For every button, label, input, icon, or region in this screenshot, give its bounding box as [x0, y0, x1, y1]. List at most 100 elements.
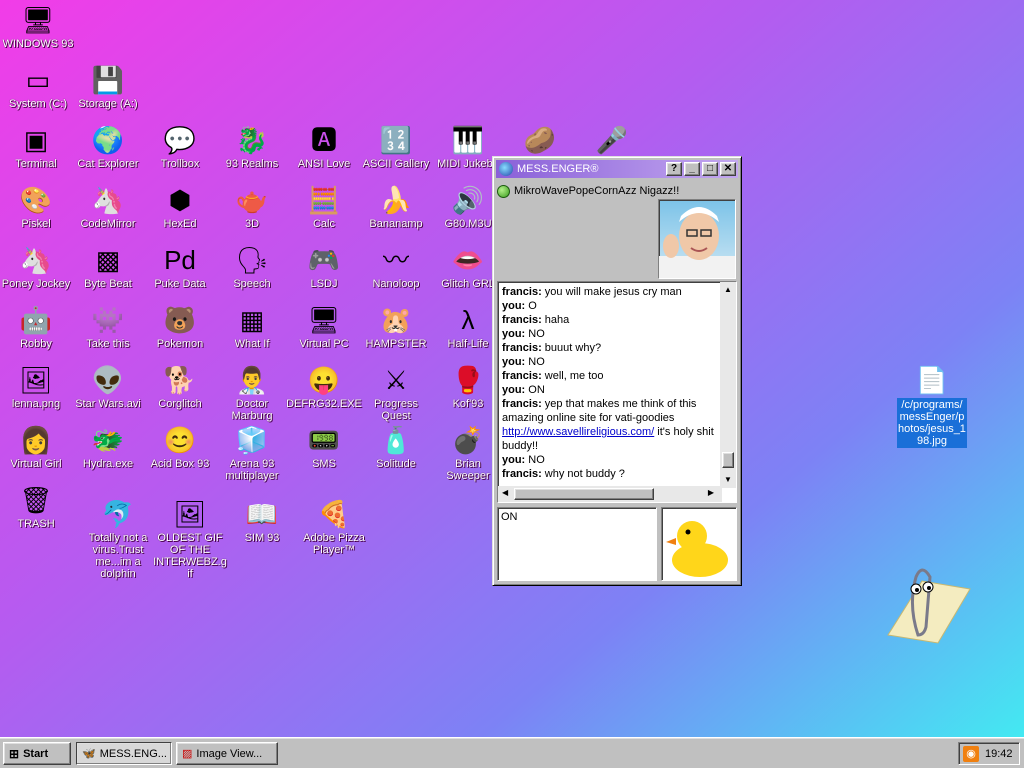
desktop-icon[interactable]: 🗣 Speech — [216, 244, 288, 290]
desktop-icon[interactable]: 😛 DEFRG32.EXE — [286, 364, 362, 410]
desktop-icon[interactable]: 🍌 Bananamp — [360, 184, 432, 230]
app-icon: 🎨 — [19, 185, 53, 215]
desktop-icon[interactable]: 🎨 Piskel — [0, 184, 72, 230]
desktop-icon[interactable]: 🐻 Pokemon — [144, 304, 216, 350]
app-icon: 🐻 — [163, 305, 197, 335]
desktop-icon[interactable]: 🧮 Calc — [288, 184, 360, 230]
desktop-icon-label: Nanoloop — [372, 278, 420, 290]
desktop-icon[interactable]: 🖥 WINDOWS 93 — [2, 4, 74, 50]
desktop-icon[interactable]: 🫖 3D — [216, 184, 288, 230]
chat-text: haha — [541, 314, 570, 326]
desktop-icon[interactable]: 🅰 ANSI Love — [288, 124, 360, 170]
help-button[interactable]: ? — [666, 162, 682, 176]
desktop-icon[interactable]: 🦄 CodeMirror — [72, 184, 144, 230]
app-icon: 💾 — [91, 65, 125, 95]
desktop-icon[interactable]: ▣ Terminal — [0, 124, 72, 170]
desktop-icon[interactable]: 🖥 Virtual PC — [288, 304, 360, 350]
desktop-icon[interactable]: ▦ What If — [216, 304, 288, 350]
messenger-titlebar[interactable]: MESS.ENGER® ? _ □ ✕ — [496, 160, 738, 178]
desktop-icon[interactable]: 🤖 Robby — [0, 304, 72, 350]
desktop-icon-label: Bananamp — [369, 218, 423, 230]
app-icon: Pd — [164, 245, 196, 275]
chat-text: NO — [525, 454, 545, 466]
desktop-icon[interactable]: 👾 Take this — [72, 304, 144, 350]
scroll-down-arrow-icon[interactable]: ▼ — [720, 472, 736, 488]
clippy-assistant[interactable] — [878, 565, 974, 645]
desktop-icon[interactable]: ⬢ HexEd — [144, 184, 216, 230]
desktop-icon-label: Trollbox — [160, 158, 200, 170]
desktop-icon[interactable]: 📟 SMS — [288, 424, 360, 470]
desktop-icon[interactable]: 👨‍⚕️ Doctor Marburg — [216, 364, 288, 422]
scroll-thumb[interactable] — [722, 452, 734, 468]
app-icon: 👩 — [19, 425, 53, 455]
task-image-viewer[interactable]: ▨ Image View... — [176, 742, 278, 765]
chat-link[interactable]: http://www.savellireligious.com/ — [502, 426, 654, 438]
chat-message: francis: you will make jesus cry man — [502, 285, 720, 299]
desktop-icon[interactable]: 🥔 — [504, 124, 576, 158]
desktop-icon[interactable]: 📖 SIM 93 — [226, 498, 298, 544]
desktop-icon[interactable]: 🐹 HAMPSTER — [360, 304, 432, 350]
app-icon: 🍌 — [379, 185, 413, 215]
app-icon: 🫖 — [235, 185, 269, 215]
desktop-icon[interactable]: 🎮 LSDJ — [288, 244, 360, 290]
message-input[interactable]: ON — [497, 507, 657, 581]
app-icon: 🍕 — [317, 499, 351, 529]
system-tray: ◉ 19:42 — [958, 742, 1020, 765]
scroll-left-arrow-icon[interactable]: ◀ — [502, 488, 508, 497]
desktop-icon-label: Pokemon — [156, 338, 204, 350]
desktop-icon[interactable]: 👽 Star Wars.avi — [72, 364, 144, 410]
desktop-icon[interactable]: Pd Puke Data — [144, 244, 216, 290]
desktop-icon-label: Acid Box 93 — [150, 458, 210, 470]
desktop-icon[interactable]: ⚔ Progress Quest — [360, 364, 432, 422]
desktop-icon[interactable]: 🍕 Adobe Pizza Player™ — [298, 498, 370, 556]
scroll-right-arrow-icon[interactable]: ▶ — [708, 488, 714, 497]
chat-text: NO — [525, 328, 545, 340]
desktop-icon[interactable]: 💬 Trollbox — [144, 124, 216, 170]
desktop-icon[interactable]: 💾 Storage (A:) — [72, 64, 144, 110]
chat-text: ON — [525, 384, 545, 396]
desktop-icon[interactable]: 👩 Virtual Girl — [0, 424, 72, 470]
hscroll-thumb[interactable] — [514, 488, 654, 500]
task-messenger[interactable]: 🦋 MESS.ENG... — [76, 742, 172, 765]
desktop-icon[interactable]: 🖼 lenna.png — [0, 364, 72, 410]
desktop-icon[interactable]: 📄/c/programs/messEnger/photos/jesus_198.… — [896, 364, 968, 448]
app-icon: 🐹 — [379, 305, 413, 335]
minimize-button[interactable]: _ — [684, 162, 700, 176]
desktop-icon[interactable]: 🐉 93 Realms — [216, 124, 288, 170]
desktop-icon[interactable]: 🧊 Arena 93 multiplayer — [216, 424, 288, 482]
desktop-icon-label: G80.M3U — [444, 218, 492, 230]
desktop-icon[interactable]: 😊 Acid Box 93 — [144, 424, 216, 470]
desktop-icon[interactable]: 🔢 ASCII Gallery — [360, 124, 432, 170]
chat-vertical-scrollbar[interactable]: ▲ ▼ — [720, 282, 736, 488]
desktop-icon-label: LSDJ — [310, 278, 338, 290]
desktop-icon[interactable]: ▭ System (C:) — [2, 64, 74, 110]
desktop-icon[interactable]: 🖼 OLDEST GIF OF THE INTERWEBZ.gif — [153, 498, 227, 580]
desktop-icon[interactable]: 🎤 — [576, 124, 648, 158]
desktop-icon[interactable]: 🗑 TRASH — [0, 484, 72, 530]
desktop-icon-label: Take this — [86, 338, 130, 350]
desktop-icon[interactable]: 〰 Nanoloop — [360, 244, 432, 290]
desktop-icon[interactable]: 🐲 Hydra.exe — [72, 424, 144, 470]
start-button[interactable]: ⊞ Start — [3, 742, 71, 765]
desktop-icon-label: Cat Explorer — [77, 158, 139, 170]
close-button[interactable]: ✕ — [720, 162, 736, 176]
app-icon: 🗣 — [235, 245, 269, 275]
app-icon: 🎮 — [307, 245, 341, 275]
chat-text: you will make jesus cry man — [541, 286, 682, 298]
desktop-icon-label: Hydra.exe — [82, 458, 134, 470]
desktop-icon[interactable]: 🦄 Poney Jockey — [0, 244, 72, 290]
scroll-up-arrow-icon[interactable]: ▲ — [720, 282, 736, 298]
desktop-icon[interactable]: 🌍 Cat Explorer — [72, 124, 144, 170]
desktop-icon[interactable]: 🧴 Solitude — [360, 424, 432, 470]
rss-icon[interactable]: ◉ — [963, 745, 979, 762]
desktop-icon[interactable]: 🐕 Corglitch — [144, 364, 216, 410]
desktop-icon[interactable]: ▩ Byte Beat — [72, 244, 144, 290]
desktop-icon[interactable]: 🐬 Totally not a virus.Trust me...im a dol… — [82, 498, 154, 580]
messenger-title: MESS.ENGER® — [517, 163, 599, 175]
chat-log[interactable]: francis: you will make jesus cry man you:… — [497, 281, 737, 503]
messenger-window[interactable]: MESS.ENGER® ? _ □ ✕ MikroWavePopeCornAzz… — [492, 156, 742, 586]
maximize-button[interactable]: □ — [702, 162, 718, 176]
desktop-icon-label: HexEd — [163, 218, 197, 230]
chat-horizontal-scrollbar[interactable]: ◀ ▶ — [498, 486, 722, 502]
desktop-icon-label: Byte Beat — [84, 278, 132, 290]
